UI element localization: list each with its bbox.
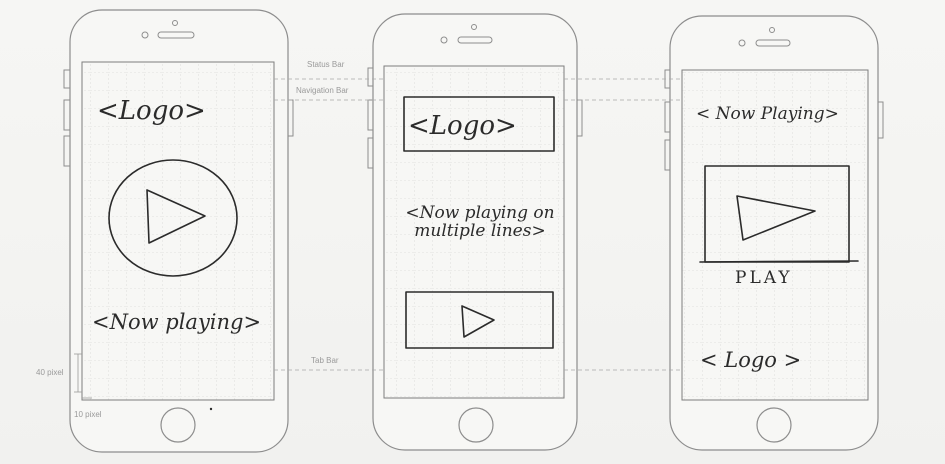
wireframe-2-now-playing-text: <Now playing on multiple lines> [405, 203, 555, 241]
wireframe-3-logo-text: < Logo > [700, 348, 802, 372]
tab-bar-label: Tab Bar [311, 356, 339, 365]
width-10-label: 10 pixel [74, 410, 102, 419]
wireframe-2-logo-text: <Logo> [408, 111, 517, 141]
phone-frame-1 [63, 9, 294, 453]
wireframe-1-now-playing-text: <Now playing> [92, 310, 262, 334]
sketch-sheet: Status Bar Navigation Bar Tab Bar 40 pix… [0, 0, 945, 464]
navigation-bar-label: Navigation Bar [296, 86, 349, 95]
height-40-label: 40 pixel [36, 368, 64, 377]
phone-frame-3 [664, 15, 884, 451]
wireframe-1-logo-text: <Logo> [97, 96, 206, 126]
status-bar-label: Status Bar [307, 60, 345, 69]
wireframe-3-play-label: PLAY [735, 268, 793, 288]
wireframe-3-now-playing-text: < Now Playing> [696, 104, 839, 124]
